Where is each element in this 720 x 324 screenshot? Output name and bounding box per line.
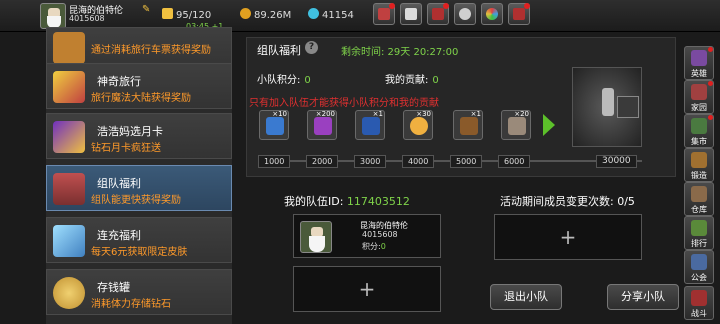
egg-icon [410, 117, 428, 135]
magic-book-icon [314, 117, 332, 135]
chest-button[interactable] [427, 3, 449, 25]
ticket-icon [53, 32, 85, 64]
rail-ranking[interactable]: 排行 [684, 216, 714, 250]
travel-icon [53, 71, 85, 103]
gold-counter: 89.26M [240, 8, 291, 21]
torch-icon [460, 117, 478, 135]
member-changes: 活动期间成员变更次数: 0/5 [500, 195, 635, 208]
reward-slot[interactable]: ×30 [403, 110, 433, 140]
crystal-icon [53, 225, 85, 257]
card-icon [53, 121, 85, 153]
home-icon [691, 84, 707, 100]
add-member-icon: + [559, 225, 577, 249]
lightning-scroll-icon [266, 117, 284, 135]
player-avatar[interactable] [40, 3, 66, 29]
market-icon [691, 118, 707, 134]
globe-icon [486, 8, 498, 20]
blue-gem-icon [362, 117, 380, 135]
menu-item-month-card[interactable]: 浩浩妈选月卡 钻石月卡疯狂送 [46, 113, 232, 159]
share-team-button[interactable]: 分享小队 [607, 284, 679, 310]
rail-heroes[interactable]: 英雄 [684, 46, 714, 80]
guild-icon [691, 254, 707, 270]
edit-icon[interactable]: ✎ [142, 5, 152, 15]
lightning-icon [162, 8, 173, 19]
sword-icon [691, 290, 707, 306]
menu-item-piggy-bank[interactable]: 存钱罐 消耗体力存储钻石 [46, 269, 232, 315]
boss-reward-slot[interactable] [617, 96, 639, 118]
treasure-chest-icon [53, 173, 85, 205]
boss-preview [572, 67, 642, 147]
mail-button[interactable] [400, 3, 422, 25]
cart-icon [378, 8, 390, 20]
team-id: 我的队伍ID: 117403512 [284, 195, 410, 208]
reward-slot[interactable]: ×200 [307, 110, 337, 140]
milestone-final: 30000 [596, 155, 637, 168]
notice-button[interactable] [508, 3, 530, 25]
mail-icon [405, 8, 417, 20]
rail-home[interactable]: 家园 [684, 80, 714, 114]
stamina-counter: 95/120 [162, 8, 211, 21]
join-team-warning: 只有加入队伍才能获得小队积分和我的贡献 [249, 98, 439, 109]
knight-figure [602, 88, 614, 116]
shop-button[interactable] [373, 3, 395, 25]
ranking-icon [691, 220, 707, 236]
hammer-icon [508, 117, 526, 135]
help-icon[interactable]: ? [305, 41, 318, 54]
reward-slot[interactable]: ×10 [259, 110, 289, 140]
coin-icon [240, 8, 251, 19]
member-avatar [300, 221, 332, 253]
reward-slot[interactable]: ×1 [453, 110, 483, 140]
piggy-bank-icon [53, 277, 85, 309]
gem-icon [308, 8, 319, 19]
next-arrow-icon[interactable] [543, 114, 555, 136]
team-points: 小队积分: 0 [257, 75, 311, 86]
remaining-time: 剩余时间: 29天 20:27:00 [341, 47, 459, 58]
rail-forge[interactable]: 锻造 [684, 148, 714, 182]
settings-button[interactable] [454, 3, 476, 25]
milestone: 2000 [306, 155, 339, 168]
gem-counter: 41154 [308, 8, 354, 21]
milestone: 6000 [498, 155, 531, 168]
rail-battle[interactable]: 战斗 [684, 286, 714, 320]
menu-item-team-welfare[interactable]: 组队福利 组队能更快获得奖励 [46, 165, 232, 211]
rail-storage[interactable]: 仓库 [684, 182, 714, 216]
world-button[interactable] [481, 3, 503, 25]
reward-slot[interactable]: ×20 [501, 110, 531, 140]
leave-team-button[interactable]: 退出小队 [490, 284, 562, 310]
warehouse-icon [691, 186, 707, 202]
add-member-icon: + [358, 277, 376, 301]
menu-item-magic-travel[interactable]: 神奇旅行 旅行魔法大陆获得奖励 [46, 63, 232, 109]
chest-icon [432, 8, 444, 20]
gear-icon [459, 8, 471, 20]
my-contribution: 我的贡献: 0 [385, 75, 439, 86]
rail-guild[interactable]: 公会 [684, 250, 714, 284]
hero-icon [691, 50, 707, 66]
milestone: 3000 [354, 155, 387, 168]
menu-item-recharge[interactable]: 连充福利 每天6元获取限定皮肤 [46, 217, 232, 263]
notice-icon [513, 8, 525, 20]
anvil-icon [691, 152, 707, 168]
milestone: 4000 [402, 155, 435, 168]
reward-slot[interactable]: ×1 [355, 110, 385, 140]
milestone: 1000 [258, 155, 291, 168]
empty-member-slot[interactable]: + [293, 266, 441, 312]
activity-menu: 通过消耗旅行车票获得奖励 神奇旅行 旅行魔法大陆获得奖励 浩浩妈选月卡 钻石月卡… [46, 27, 232, 324]
team-member-card[interactable]: 昆海的伯特伦 4015608 积分:0 [293, 214, 441, 258]
milestone: 5000 [450, 155, 483, 168]
member-score: 积分:0 [362, 242, 386, 251]
player-id: 4015608 [69, 14, 105, 23]
panel-title: 组队福利 [257, 44, 301, 57]
empty-member-slot[interactable]: + [494, 214, 642, 260]
member-id: 4015608 [362, 230, 398, 239]
rail-market[interactable]: 集市 [684, 114, 714, 148]
